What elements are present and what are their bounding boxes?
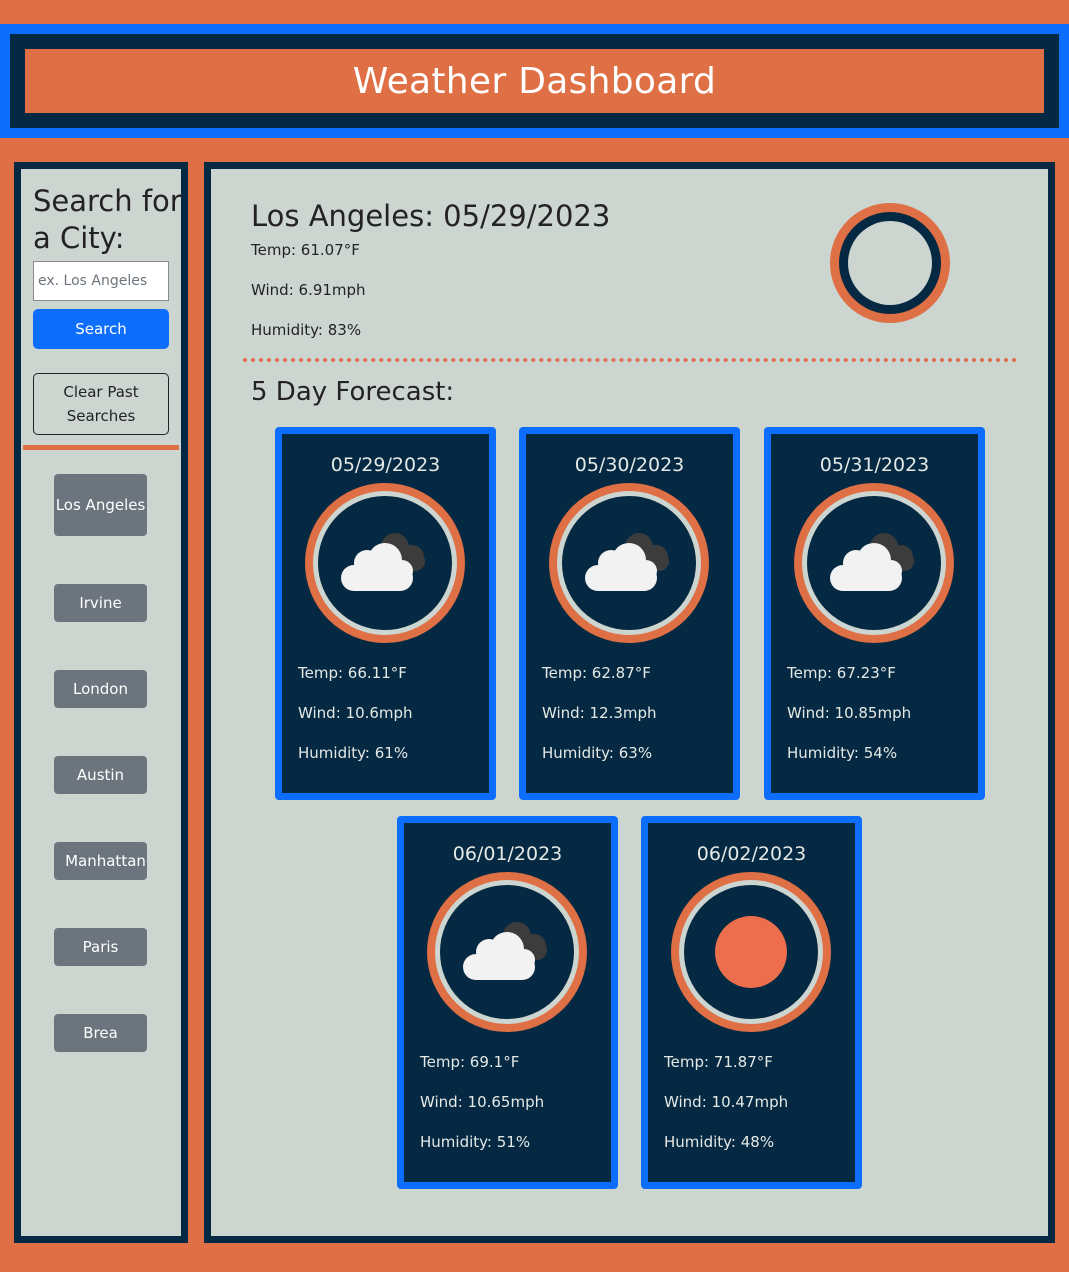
current-temp: Temp: 61.07°F: [251, 241, 360, 259]
current-wind: Wind: 6.91mph: [251, 281, 366, 299]
history-city-button[interactable]: Paris: [54, 928, 147, 966]
forecast-icon-frame: [671, 872, 831, 1032]
forecast-card: 05/30/2023 Temp: 62.87°F Wind: 12.3mph H…: [519, 427, 740, 800]
history-city-button[interactable]: Irvine: [54, 584, 147, 622]
forecast-icon-frame: [305, 483, 465, 643]
forecast-humidity: Humidity: 54%: [787, 744, 898, 762]
weather-main-panel: Los Angeles: 05/29/2023 Temp: 61.07°F Wi…: [204, 162, 1055, 1243]
section-divider: [243, 358, 1017, 362]
broken-clouds-icon: [830, 533, 914, 591]
forecast-heading: 5 Day Forecast:: [251, 377, 455, 407]
history-city-button[interactable]: Brea: [54, 1014, 147, 1052]
broken-clouds-icon: [341, 533, 425, 591]
history-city-button[interactable]: Austin: [54, 756, 147, 794]
clear-sky-sun-icon: [715, 916, 787, 988]
forecast-date: 05/29/2023: [330, 454, 441, 476]
forecast-wind: Wind: 10.47mph: [664, 1093, 789, 1111]
header-frame: Weather Dashboard: [10, 34, 1059, 128]
clear-past-searches-button[interactable]: Clear Past Searches: [33, 373, 169, 435]
forecast-humidity: Humidity: 61%: [298, 744, 409, 762]
forecast-wind: Wind: 10.6mph: [298, 704, 413, 722]
search-button[interactable]: Search: [33, 309, 169, 349]
forecast-icon-frame: [794, 483, 954, 643]
search-heading: Search for a City:: [33, 184, 182, 255]
history-city-button[interactable]: London: [54, 670, 147, 708]
broken-clouds-icon: [585, 533, 669, 591]
header-banner: Weather Dashboard: [0, 24, 1069, 138]
forecast-card: 05/29/2023 Temp: 66.11°F Wind: 10.6mph H…: [275, 427, 496, 800]
forecast-humidity: Humidity: 51%: [420, 1133, 531, 1151]
forecast-card: 06/01/2023 Temp: 69.1°F Wind: 10.65mph H…: [397, 816, 618, 1189]
forecast-date: 05/30/2023: [574, 454, 685, 476]
history-city-button[interactable]: Manhattan: [54, 842, 147, 880]
forecast-card: 06/02/2023 Temp: 71.87°F Wind: 10.47mph …: [641, 816, 862, 1189]
forecast-wind: Wind: 12.3mph: [542, 704, 657, 722]
city-search-input[interactable]: [33, 261, 169, 301]
forecast-humidity: Humidity: 48%: [664, 1133, 775, 1151]
forecast-icon-frame: [549, 483, 709, 643]
forecast-icon-frame: [427, 872, 587, 1032]
forecast-temp: Temp: 71.87°F: [664, 1053, 773, 1071]
current-weather-title: Los Angeles: 05/29/2023: [251, 199, 611, 233]
forecast-temp: Temp: 67.23°F: [787, 664, 896, 682]
forecast-wind: Wind: 10.85mph: [787, 704, 912, 722]
current-weather-icon-frame: [830, 203, 950, 323]
page-title: Weather Dashboard: [25, 49, 1044, 113]
forecast-humidity: Humidity: 63%: [542, 744, 653, 762]
forecast-date: 06/02/2023: [696, 843, 807, 865]
forecast-temp: Temp: 66.11°F: [298, 664, 407, 682]
forecast-temp: Temp: 69.1°F: [420, 1053, 520, 1071]
forecast-date: 05/31/2023: [819, 454, 930, 476]
history-city-button[interactable]: Los Angeles: [54, 474, 147, 536]
forecast-card: 05/31/2023 Temp: 67.23°F Wind: 10.85mph …: [764, 427, 985, 800]
search-sidebar: Search for a City: Search Clear Past Sea…: [14, 162, 188, 1243]
current-humidity: Humidity: 83%: [251, 321, 362, 339]
forecast-date: 06/01/2023: [452, 843, 563, 865]
broken-clouds-icon: [463, 922, 547, 980]
sidebar-divider: [23, 445, 179, 450]
forecast-temp: Temp: 62.87°F: [542, 664, 651, 682]
forecast-wind: Wind: 10.65mph: [420, 1093, 545, 1111]
